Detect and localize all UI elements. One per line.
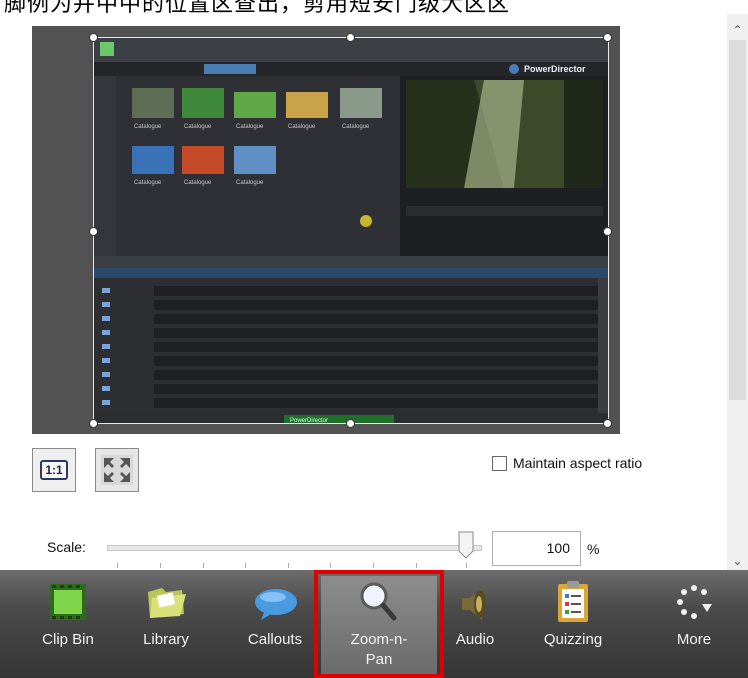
scroll-down-icon[interactable]: ⌄	[730, 555, 745, 567]
dock-label-clip-bin: Clip Bin	[42, 631, 94, 648]
top-caption: 脚例为并中中的位置区查出，剪用短安门级大区区	[4, 0, 511, 16]
slider-tick	[245, 563, 246, 568]
video-screenshot: PowerDirector Catalogue Catalogue Catalogu…	[94, 38, 608, 424]
speech-bubble-icon	[255, 589, 297, 620]
slider-tick	[416, 563, 417, 568]
folder-icon	[148, 588, 186, 618]
scroll-up-icon[interactable]: ⌃	[730, 24, 745, 36]
slider-tick	[117, 563, 118, 568]
resize-handle-top[interactable]	[346, 33, 355, 42]
scale-slider-track[interactable]	[107, 545, 482, 551]
dock-item-quizzing[interactable]: Quizzing	[524, 570, 622, 678]
dock-item-audio[interactable]: Audio	[444, 570, 506, 678]
maintain-aspect-checkbox[interactable]	[492, 456, 507, 471]
film-clip-icon	[50, 584, 86, 620]
resize-handle-top-right[interactable]	[603, 33, 612, 42]
resize-handle-top-left[interactable]	[89, 33, 98, 42]
dock-label-quizzing: Quizzing	[543, 631, 603, 648]
speaker-icon	[462, 588, 486, 620]
svg-text:Catalogue: Catalogue	[134, 180, 162, 186]
resize-handle-bottom-right[interactable]	[603, 419, 612, 428]
expand-arrows-icon	[101, 455, 133, 485]
slider-tick	[203, 563, 204, 568]
svg-text:Catalogue: Catalogue	[134, 124, 162, 130]
resize-handle-bottom-left[interactable]	[89, 419, 98, 428]
slider-tick	[466, 563, 467, 568]
one-to-one-label: 1:1	[40, 460, 68, 480]
scale-input[interactable]: 100	[492, 531, 581, 566]
dock-label-audio: Audio	[455, 631, 495, 648]
resize-handle-bottom[interactable]	[346, 419, 355, 428]
dock-label-library: Library	[143, 631, 189, 648]
scale-slider-thumb[interactable]	[458, 531, 474, 559]
resize-handle-left[interactable]	[89, 227, 98, 236]
svg-text:Catalogue: Catalogue	[342, 124, 370, 130]
dock-label-more: More	[676, 631, 712, 648]
one-to-one-button[interactable]: 1:1	[32, 448, 76, 492]
slider-tick	[330, 563, 331, 568]
video-frame[interactable]: PowerDirector Catalogue Catalogue Catalogu…	[89, 33, 612, 428]
dots-more-icon	[677, 585, 712, 619]
dock-item-callouts[interactable]: Callouts	[228, 570, 322, 678]
scrollbar-thumb[interactable]	[729, 40, 746, 400]
dock-item-library[interactable]: Library	[116, 570, 216, 678]
slider-tick	[288, 563, 289, 568]
fit-to-frame-button[interactable]	[95, 448, 139, 492]
svg-text:PowerDirector: PowerDirector	[290, 418, 328, 423]
maintain-aspect-label: Maintain aspect ratio	[513, 455, 643, 471]
slider-tick	[160, 563, 161, 568]
highlight-box	[314, 570, 444, 678]
resize-handle-right[interactable]	[603, 227, 612, 236]
slider-tick	[373, 563, 374, 568]
svg-text:PowerDirector: PowerDirector	[524, 64, 586, 74]
scale-label: Scale:	[47, 539, 86, 555]
svg-text:Catalogue: Catalogue	[184, 124, 212, 130]
dock-item-clip-bin[interactable]: Clip Bin	[22, 570, 114, 678]
scale-unit: %	[587, 541, 600, 557]
svg-text:Catalogue: Catalogue	[288, 124, 316, 130]
clipboard-icon	[558, 581, 588, 622]
dock-label-callouts: Callouts	[247, 631, 303, 648]
svg-text:Catalogue: Catalogue	[236, 180, 264, 186]
svg-text:Catalogue: Catalogue	[184, 180, 212, 186]
svg-text:Catalogue: Catalogue	[236, 124, 264, 130]
dock-item-more[interactable]: More	[646, 570, 742, 678]
